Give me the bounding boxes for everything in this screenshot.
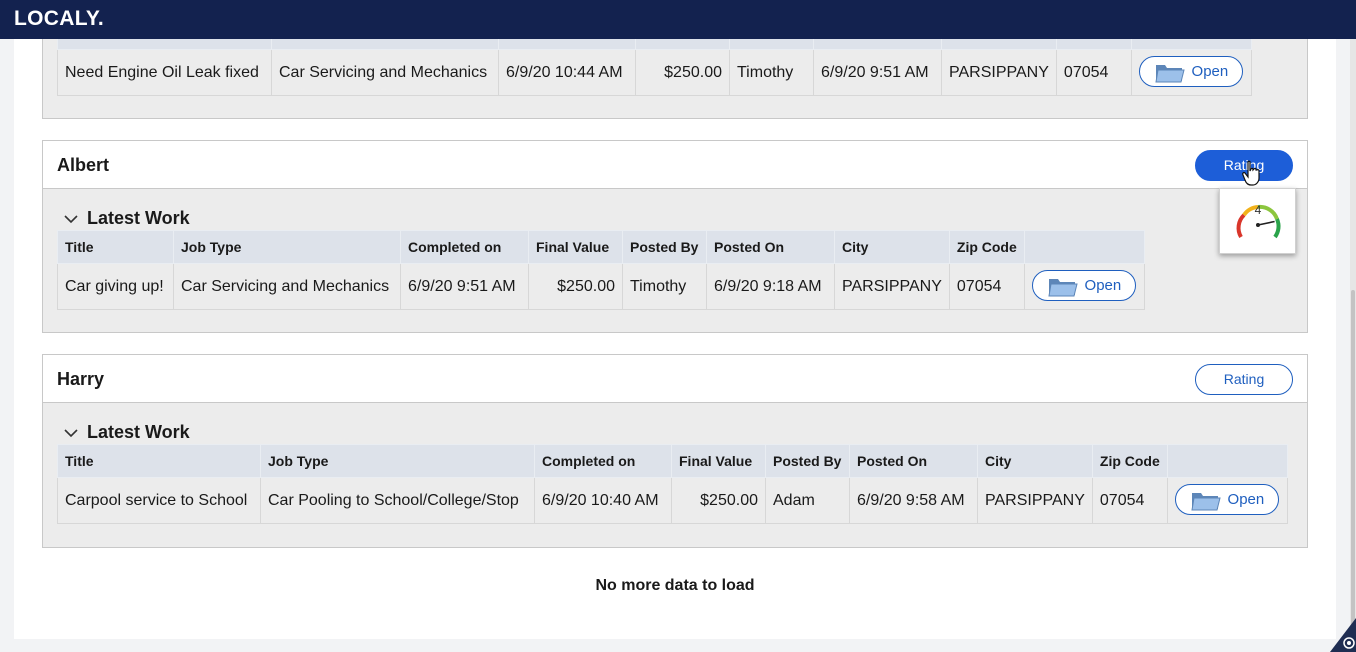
main-content (14, 39, 1336, 639)
column-header-zip-code: Zip Code (948, 230, 1025, 264)
cell-completed-on: 6/9/20 10:40 AM (534, 477, 672, 524)
column-header-job-type: Job Type (260, 444, 535, 478)
open-button-label: Open (1227, 491, 1265, 509)
column-header-final-value: Final Value (528, 230, 623, 264)
cell-title: Carpool service to School (57, 477, 261, 524)
column-header-city: City (977, 444, 1093, 478)
cell-final-value: $250.00 (528, 263, 623, 310)
folder-icon (1154, 64, 1185, 83)
chevron-down-icon (64, 428, 78, 437)
open-button[interactable]: Open (1138, 56, 1243, 88)
cell-posted-by: Timothy (622, 263, 707, 310)
card-header: Harry Rating (43, 355, 1307, 403)
cell-job-type: Car Pooling to School/College/Stop (260, 477, 535, 524)
open-button-label: Open (1191, 63, 1229, 81)
open-button[interactable]: Open (1031, 270, 1136, 302)
provider-card-previous: Need Engine Oil Leak fixed Car Servicing… (42, 28, 1308, 119)
cell-posted-on: 6/9/20 9:51 AM (813, 49, 942, 96)
cell-zip-code: 07054 (948, 263, 1025, 310)
table-row: Need Engine Oil Leak fixed Car Servicing… (57, 49, 1252, 96)
scrollbar-thumb[interactable] (1351, 290, 1355, 630)
gauge-needle (1257, 220, 1275, 226)
column-header-city: City (834, 230, 950, 264)
cell-job-type: Car Servicing and Mechanics (271, 49, 499, 96)
rating-popover: 4 (1219, 188, 1296, 254)
cell-action: Open (1166, 477, 1288, 524)
cell-zip-code: 07054 (1091, 477, 1168, 524)
top-bar: LOCALY. (0, 0, 1356, 39)
cell-final-value: $250.00 (635, 49, 730, 96)
folder-icon (1190, 492, 1221, 511)
column-header-completed-on: Completed on (534, 444, 672, 478)
folder-icon (1047, 278, 1078, 297)
column-header-posted-by: Posted By (622, 230, 707, 264)
provider-name: Albert (57, 155, 110, 175)
brand-logo[interactable]: LOCALY. (14, 7, 104, 31)
cell-city: PARSIPPANY (941, 49, 1057, 96)
chevron-down-icon (64, 214, 78, 223)
column-header-zip-code: Zip Code (1091, 444, 1168, 478)
provider-card-harry: Harry Rating Latest Work Title Job Type … (42, 354, 1308, 548)
cell-title: Car giving up! (57, 263, 174, 310)
gauge-hub (1256, 223, 1260, 227)
latest-work-toggle[interactable]: Latest Work (63, 208, 190, 229)
latest-work-toggle[interactable]: Latest Work (63, 422, 190, 443)
column-header-posted-on: Posted On (849, 444, 978, 478)
column-header-final-value: Final Value (671, 444, 766, 478)
latest-work-table: Title Job Type Completed on Final Value … (57, 230, 1145, 310)
cell-posted-on: 6/9/20 9:58 AM (849, 477, 978, 524)
section-title: Latest Work (87, 208, 190, 228)
cell-action: Open (1130, 49, 1252, 96)
column-header-title: Title (57, 444, 261, 478)
no-more-data-message: No more data to load (595, 577, 755, 594)
table-header-row: Title Job Type Completed on Final Value … (57, 444, 1288, 478)
column-header-completed-on: Completed on (400, 230, 529, 264)
cell-job-type: Car Servicing and Mechanics (173, 263, 401, 310)
cell-completed-on: 6/9/20 10:44 AM (498, 49, 636, 96)
column-header-posted-on: Posted On (706, 230, 835, 264)
hand-cursor-icon (1242, 160, 1260, 186)
card-header: Albert Rating (43, 141, 1307, 189)
table-header-row: Title Job Type Completed on Final Value … (57, 230, 1145, 264)
cell-posted-on: 6/9/20 9:18 AM (706, 263, 835, 310)
cell-posted-by: Adam (765, 477, 850, 524)
open-button-label: Open (1084, 277, 1122, 295)
gauge-arc-green (1273, 218, 1281, 239)
rating-button[interactable]: Rating (1195, 364, 1293, 395)
cell-action: Open (1023, 263, 1145, 310)
gauge-arc-red (1236, 213, 1246, 239)
column-header-title: Title (57, 230, 174, 264)
cell-title: Need Engine Oil Leak fixed (57, 49, 272, 96)
table-row: Carpool service to School Car Pooling to… (57, 477, 1288, 524)
cell-completed-on: 6/9/20 9:51 AM (400, 263, 529, 310)
provider-name: Harry (57, 369, 105, 389)
settings-gear-icon[interactable] (1330, 618, 1356, 652)
column-header-job-type: Job Type (173, 230, 401, 264)
cell-city: PARSIPPANY (977, 477, 1093, 524)
column-header-action (1023, 230, 1145, 264)
open-button[interactable]: Open (1174, 484, 1279, 516)
provider-card-albert: Albert Rating Latest Work Title Job Type… (42, 140, 1308, 333)
column-header-action (1166, 444, 1288, 478)
gauge-icon: 4 (1236, 203, 1281, 239)
cell-city: PARSIPPANY (834, 263, 950, 310)
cell-posted-by: Timothy (729, 49, 814, 96)
table-row: Car giving up! Car Servicing and Mechani… (57, 263, 1145, 310)
column-header-posted-by: Posted By (765, 444, 850, 478)
section-title: Latest Work (87, 422, 190, 442)
cell-zip-code: 07054 (1055, 49, 1132, 96)
latest-work-table: Title Job Type Completed on Final Value … (57, 444, 1288, 524)
cell-final-value: $250.00 (671, 477, 766, 524)
gauge-value: 4 (1255, 203, 1262, 217)
